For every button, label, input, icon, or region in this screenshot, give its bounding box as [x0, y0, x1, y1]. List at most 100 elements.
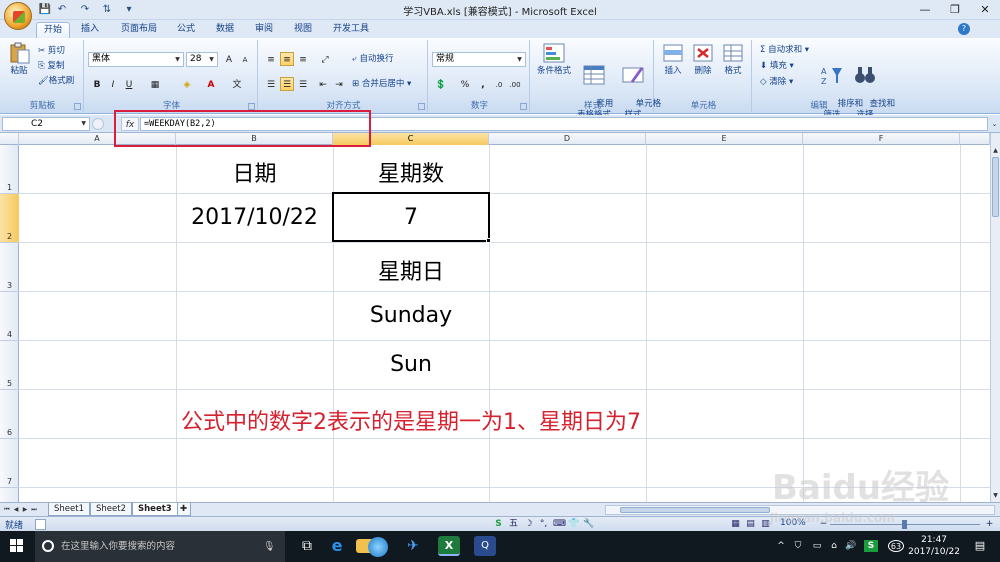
- tab-formulas[interactable]: 公式: [170, 22, 202, 38]
- sheet-tab-sheet2[interactable]: Sheet2: [90, 503, 132, 516]
- align-top-icon[interactable]: ≡: [264, 52, 278, 66]
- increase-indent-icon[interactable]: ⇥: [332, 77, 346, 91]
- underline-button[interactable]: U: [122, 77, 136, 91]
- align-right-icon[interactable]: ☰: [296, 77, 310, 91]
- taskbar-clock[interactable]: 21:47 2017/10/22: [908, 534, 960, 558]
- tray-chevron-icon[interactable]: ^: [775, 540, 787, 552]
- currency-icon[interactable]: 💲: [434, 77, 448, 91]
- minimize-button[interactable]: —: [910, 0, 940, 20]
- help-icon[interactable]: ?: [958, 23, 970, 35]
- expand-formula-icon[interactable]: ⌄: [990, 117, 999, 131]
- first-sheet-icon[interactable]: ⏮: [3, 504, 11, 516]
- conditional-format-button[interactable]: 条件格式: [534, 42, 574, 77]
- normal-view-icon[interactable]: ▦: [730, 519, 741, 530]
- ime-keyboard-icon[interactable]: ⌨: [553, 519, 566, 530]
- phonetic-icon[interactable]: 文: [230, 77, 244, 91]
- page-layout-view-icon[interactable]: ▤: [745, 519, 756, 530]
- row-header-3[interactable]: 3: [0, 243, 19, 292]
- italic-button[interactable]: I: [106, 77, 120, 91]
- task-view-icon[interactable]: ⧉: [296, 536, 318, 556]
- ime-wubi-icon[interactable]: 五: [508, 519, 519, 530]
- edge-browser-icon[interactable]: e: [326, 536, 348, 556]
- cell-b1[interactable]: 日期: [176, 156, 333, 188]
- tab-data[interactable]: 数据: [209, 22, 241, 38]
- delete-cells-button[interactable]: 删除: [688, 42, 718, 77]
- shrink-font-icon[interactable]: A: [238, 52, 252, 66]
- increase-decimal-icon[interactable]: .0: [492, 77, 506, 91]
- network-icon[interactable]: ⌂: [828, 540, 840, 552]
- action-center-icon[interactable]: ▤: [972, 540, 988, 552]
- tab-review[interactable]: 审阅: [248, 22, 280, 38]
- bold-button[interactable]: B: [90, 77, 104, 91]
- cell-c3[interactable]: 星期日: [333, 254, 489, 286]
- tab-home[interactable]: 开始: [36, 22, 70, 38]
- close-button[interactable]: ✕: [970, 0, 1000, 20]
- name-box[interactable]: C2 ▼: [2, 117, 90, 131]
- cell-b2[interactable]: 2017/10/22: [176, 205, 333, 230]
- horizontal-scroll-thumb[interactable]: [620, 507, 770, 513]
- sheet-tab-sheet3[interactable]: Sheet3: [132, 503, 178, 516]
- row-header-5[interactable]: 5: [0, 341, 19, 390]
- decrease-decimal-icon[interactable]: .00: [508, 77, 522, 91]
- percent-button[interactable]: %: [458, 77, 472, 91]
- excel-taskbar-icon[interactable]: X: [438, 536, 460, 556]
- format-painter-button[interactable]: 🖌格式刷: [38, 75, 74, 88]
- cell-c1[interactable]: 星期数: [333, 156, 489, 188]
- align-bottom-icon[interactable]: ≡: [296, 52, 310, 66]
- copy-button[interactable]: ⎘ 复制: [38, 60, 65, 73]
- vertical-scrollbar[interactable]: ▲ ▼: [990, 133, 1000, 502]
- merge-center-button[interactable]: ⊞ 合并后居中 ▾: [352, 78, 411, 91]
- column-header-f[interactable]: F: [803, 133, 960, 145]
- orientation-icon[interactable]: ⤢: [318, 52, 332, 66]
- comma-button[interactable]: ,: [476, 77, 490, 91]
- cell-c5[interactable]: Sun: [333, 352, 489, 377]
- office-button[interactable]: [4, 2, 32, 30]
- borders-icon[interactable]: ▦: [148, 77, 162, 91]
- worksheet-grid[interactable]: 日期 星期数 2017/10/22 7 星期日 Sunday Sun 公式中的数…: [19, 145, 990, 502]
- tab-page-layout[interactable]: 页面布局: [114, 22, 164, 38]
- shield-icon[interactable]: ⛉: [792, 540, 804, 552]
- column-header-d[interactable]: D: [489, 133, 646, 145]
- fill-button[interactable]: ⬇ 填充 ▾: [760, 60, 794, 73]
- insert-sheet-icon[interactable]: ✚: [176, 503, 192, 516]
- row-header-1[interactable]: 1: [0, 145, 19, 194]
- align-left-icon[interactable]: ☰: [264, 77, 278, 91]
- insert-cells-button[interactable]: 插入: [658, 42, 688, 77]
- app-icon[interactable]: Q: [474, 536, 496, 556]
- fill-handle[interactable]: [486, 238, 491, 243]
- windows-start-icon[interactable]: [10, 539, 24, 553]
- next-sheet-icon[interactable]: ▶: [21, 504, 29, 516]
- wrap-text-button[interactable]: ⤶ 自动换行: [352, 53, 393, 66]
- font-name-field[interactable]: 黑体 ▼: [88, 52, 184, 67]
- tab-insert[interactable]: 插入: [74, 22, 106, 38]
- grow-font-icon[interactable]: A: [222, 52, 236, 66]
- font-size-field[interactable]: 28 ▼: [186, 52, 218, 67]
- alignment-launcher[interactable]: [418, 103, 425, 110]
- align-middle-icon[interactable]: ≡: [280, 52, 294, 66]
- row-header-6[interactable]: 6: [0, 390, 19, 439]
- decrease-indent-icon[interactable]: ⇤: [316, 77, 330, 91]
- scroll-down-icon[interactable]: ▼: [991, 492, 1000, 500]
- align-center-icon[interactable]: ☰: [280, 77, 294, 91]
- paste-button[interactable]: 粘贴: [4, 42, 34, 77]
- clipboard-launcher[interactable]: [74, 103, 81, 110]
- microphone-icon[interactable]: 🎙: [263, 531, 275, 562]
- prev-sheet-icon[interactable]: ◀: [12, 504, 20, 516]
- font-launcher[interactable]: [248, 103, 255, 110]
- notification-badge[interactable]: 63: [888, 540, 904, 552]
- browser-icon[interactable]: [368, 537, 388, 557]
- cell-c4[interactable]: Sunday: [333, 303, 489, 328]
- last-sheet-icon[interactable]: ⏭: [30, 504, 38, 516]
- battery-icon[interactable]: ▭: [810, 540, 824, 552]
- column-header-e[interactable]: E: [646, 133, 803, 145]
- row-header-4[interactable]: 4: [0, 292, 19, 341]
- maximize-button[interactable]: ❐: [940, 0, 970, 20]
- feather-app-icon[interactable]: ✈: [402, 536, 424, 556]
- vertical-scroll-thumb[interactable]: [992, 157, 999, 217]
- clear-button[interactable]: ◇ 清除 ▾: [760, 76, 793, 89]
- row-header-2[interactable]: 2: [0, 194, 19, 243]
- fill-color-icon[interactable]: ◈: [180, 77, 194, 91]
- scroll-up-icon[interactable]: ▲: [991, 147, 1000, 155]
- autosum-button[interactable]: Σ 自动求和 ▾: [760, 44, 809, 57]
- sogou-tray-icon[interactable]: S: [864, 540, 878, 552]
